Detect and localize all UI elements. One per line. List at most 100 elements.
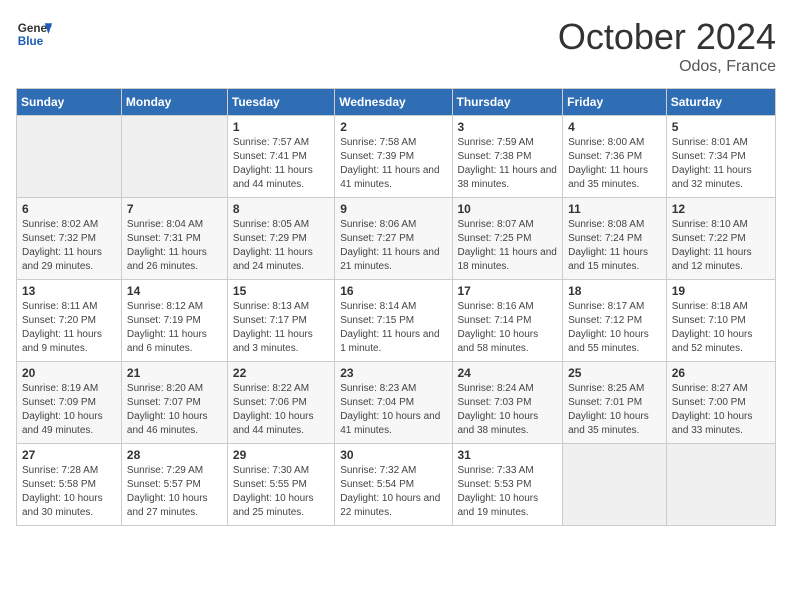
- calendar-cell: 15 Sunrise: 8:13 AMSunset: 7:17 PMDayligh…: [227, 280, 334, 362]
- calendar-cell: 18 Sunrise: 8:17 AMSunset: 7:12 PMDayligh…: [563, 280, 667, 362]
- col-header-friday: Friday: [563, 89, 667, 116]
- calendar-cell: 9 Sunrise: 8:06 AMSunset: 7:27 PMDaylight…: [335, 198, 452, 280]
- day-number: 31: [458, 448, 558, 462]
- svg-text:Blue: Blue: [18, 35, 44, 48]
- calendar-cell: [666, 444, 775, 526]
- day-info: Sunrise: 8:23 AMSunset: 7:04 PMDaylight:…: [340, 382, 446, 438]
- calendar-cell: 24 Sunrise: 8:24 AMSunset: 7:03 PMDayligh…: [452, 362, 563, 444]
- day-info: Sunrise: 7:32 AMSunset: 5:54 PMDaylight:…: [340, 464, 446, 520]
- calendar-cell: 21 Sunrise: 8:20 AMSunset: 7:07 PMDayligh…: [121, 362, 227, 444]
- day-number: 21: [127, 366, 222, 380]
- day-info: Sunrise: 8:04 AMSunset: 7:31 PMDaylight:…: [127, 218, 222, 274]
- day-info: Sunrise: 8:14 AMSunset: 7:15 PMDaylight:…: [340, 300, 446, 356]
- calendar-cell: 17Sunrise: 8:16 AMSunset: 7:14 PMDayligh…: [452, 280, 563, 362]
- day-number: 4: [568, 120, 661, 134]
- day-info: Sunrise: 7:29 AMSunset: 5:57 PMDaylight:…: [127, 464, 222, 520]
- day-number: 26: [672, 366, 770, 380]
- day-number: 1: [233, 120, 329, 134]
- calendar-table: SundayMondayTuesdayWednesdayThursdayFrid…: [16, 88, 776, 526]
- day-info: Sunrise: 8:07 AMSunset: 7:25 PMDaylight:…: [458, 218, 558, 274]
- calendar-cell: 3 Sunrise: 7:59 AMSunset: 7:38 PMDaylight…: [452, 116, 563, 198]
- day-number: 27: [22, 448, 116, 462]
- day-info: Sunrise: 7:59 AMSunset: 7:38 PMDaylight:…: [458, 136, 558, 192]
- col-header-wednesday: Wednesday: [335, 89, 452, 116]
- day-info: Sunrise: 7:28 AMSunset: 5:58 PMDaylight:…: [22, 464, 116, 520]
- col-header-sunday: Sunday: [17, 89, 122, 116]
- day-number: 11: [568, 202, 661, 216]
- calendar-cell: 1 Sunrise: 7:57 AMSunset: 7:41 PMDaylight…: [227, 116, 334, 198]
- day-info: Sunrise: 8:00 AMSunset: 7:36 PMDaylight:…: [568, 136, 661, 192]
- day-number: 15: [233, 284, 329, 298]
- day-info: Sunrise: 7:58 AMSunset: 7:39 PMDaylight:…: [340, 136, 446, 192]
- day-number: 6: [22, 202, 116, 216]
- day-info: Sunrise: 8:01 AMSunset: 7:34 PMDaylight:…: [672, 136, 770, 192]
- calendar-cell: [17, 116, 122, 198]
- day-number: 14: [127, 284, 222, 298]
- day-info: Sunrise: 8:20 AMSunset: 7:07 PMDaylight:…: [127, 382, 222, 438]
- calendar-cell: 10Sunrise: 8:07 AMSunset: 7:25 PMDayligh…: [452, 198, 563, 280]
- day-number: 13: [22, 284, 116, 298]
- calendar-cell: 11 Sunrise: 8:08 AMSunset: 7:24 PMDayligh…: [563, 198, 667, 280]
- calendar-cell: [563, 444, 667, 526]
- calendar-cell: 6Sunrise: 8:02 AMSunset: 7:32 PMDaylight…: [17, 198, 122, 280]
- calendar-cell: 12Sunrise: 8:10 AMSunset: 7:22 PMDayligh…: [666, 198, 775, 280]
- day-info: Sunrise: 8:12 AMSunset: 7:19 PMDaylight:…: [127, 300, 222, 356]
- day-number: 22: [233, 366, 329, 380]
- calendar-cell: [121, 116, 227, 198]
- col-header-tuesday: Tuesday: [227, 89, 334, 116]
- calendar-week-1: 1 Sunrise: 7:57 AMSunset: 7:41 PMDaylight…: [17, 116, 776, 198]
- day-info: Sunrise: 8:10 AMSunset: 7:22 PMDaylight:…: [672, 218, 770, 274]
- day-number: 23: [340, 366, 446, 380]
- calendar-cell: 20Sunrise: 8:19 AMSunset: 7:09 PMDayligh…: [17, 362, 122, 444]
- calendar-cell: 5 Sunrise: 8:01 AMSunset: 7:34 PMDaylight…: [666, 116, 775, 198]
- calendar-cell: 8Sunrise: 8:05 AMSunset: 7:29 PMDaylight…: [227, 198, 334, 280]
- day-info: Sunrise: 8:06 AMSunset: 7:27 PMDaylight:…: [340, 218, 446, 274]
- day-number: 25: [568, 366, 661, 380]
- day-info: Sunrise: 8:25 AMSunset: 7:01 PMDaylight:…: [568, 382, 661, 438]
- day-number: 3: [458, 120, 558, 134]
- calendar-cell: 30Sunrise: 7:32 AMSunset: 5:54 PMDayligh…: [335, 444, 452, 526]
- calendar-cell: 7 Sunrise: 8:04 AMSunset: 7:31 PMDaylight…: [121, 198, 227, 280]
- day-info: Sunrise: 7:57 AMSunset: 7:41 PMDaylight:…: [233, 136, 329, 192]
- day-info: Sunrise: 8:19 AMSunset: 7:09 PMDaylight:…: [22, 382, 116, 438]
- calendar-cell: 16 Sunrise: 8:14 AMSunset: 7:15 PMDayligh…: [335, 280, 452, 362]
- day-info: Sunrise: 8:24 AMSunset: 7:03 PMDaylight:…: [458, 382, 558, 438]
- calendar-week-2: 6Sunrise: 8:02 AMSunset: 7:32 PMDaylight…: [17, 198, 776, 280]
- calendar-cell: 31 Sunrise: 7:33 AMSunset: 5:53 PMDayligh…: [452, 444, 563, 526]
- calendar-cell: 25 Sunrise: 8:25 AMSunset: 7:01 PMDayligh…: [563, 362, 667, 444]
- calendar-cell: 19 Sunrise: 8:18 AMSunset: 7:10 PMDayligh…: [666, 280, 775, 362]
- calendar-cell: 23 Sunrise: 8:23 AMSunset: 7:04 PMDayligh…: [335, 362, 452, 444]
- day-number: 24: [458, 366, 558, 380]
- calendar-week-4: 20Sunrise: 8:19 AMSunset: 7:09 PMDayligh…: [17, 362, 776, 444]
- day-info: Sunrise: 8:13 AMSunset: 7:17 PMDaylight:…: [233, 300, 329, 356]
- calendar-cell: 2 Sunrise: 7:58 AMSunset: 7:39 PMDaylight…: [335, 116, 452, 198]
- calendar-cell: 29Sunrise: 7:30 AMSunset: 5:55 PMDayligh…: [227, 444, 334, 526]
- calendar-cell: 26 Sunrise: 8:27 AMSunset: 7:00 PMDayligh…: [666, 362, 775, 444]
- day-info: Sunrise: 7:30 AMSunset: 5:55 PMDaylight:…: [233, 464, 329, 520]
- day-number: 16: [340, 284, 446, 298]
- title-area: October 2024 Odos, France: [558, 16, 776, 76]
- day-number: 2: [340, 120, 446, 134]
- day-number: 18: [568, 284, 661, 298]
- day-number: 28: [127, 448, 222, 462]
- day-number: 17: [458, 284, 558, 298]
- month-title: October 2024: [558, 16, 776, 58]
- calendar-header-row: SundayMondayTuesdayWednesdayThursdayFrid…: [17, 89, 776, 116]
- day-info: Sunrise: 8:17 AMSunset: 7:12 PMDaylight:…: [568, 300, 661, 356]
- day-info: Sunrise: 7:33 AMSunset: 5:53 PMDaylight:…: [458, 464, 558, 520]
- day-number: 7: [127, 202, 222, 216]
- logo: General Blue: [16, 16, 52, 52]
- day-number: 9: [340, 202, 446, 216]
- day-info: Sunrise: 8:11 AMSunset: 7:20 PMDaylight:…: [22, 300, 116, 356]
- day-info: Sunrise: 8:08 AMSunset: 7:24 PMDaylight:…: [568, 218, 661, 274]
- calendar-cell: 13 Sunrise: 8:11 AMSunset: 7:20 PMDayligh…: [17, 280, 122, 362]
- calendar-cell: 27 Sunrise: 7:28 AMSunset: 5:58 PMDayligh…: [17, 444, 122, 526]
- calendar-week-5: 27 Sunrise: 7:28 AMSunset: 5:58 PMDayligh…: [17, 444, 776, 526]
- calendar-cell: 22Sunrise: 8:22 AMSunset: 7:06 PMDayligh…: [227, 362, 334, 444]
- page-header: General Blue October 2024 Odos, France: [16, 16, 776, 76]
- day-info: Sunrise: 8:27 AMSunset: 7:00 PMDaylight:…: [672, 382, 770, 438]
- day-number: 19: [672, 284, 770, 298]
- day-number: 5: [672, 120, 770, 134]
- day-info: Sunrise: 8:18 AMSunset: 7:10 PMDaylight:…: [672, 300, 770, 356]
- calendar-cell: 28 Sunrise: 7:29 AMSunset: 5:57 PMDayligh…: [121, 444, 227, 526]
